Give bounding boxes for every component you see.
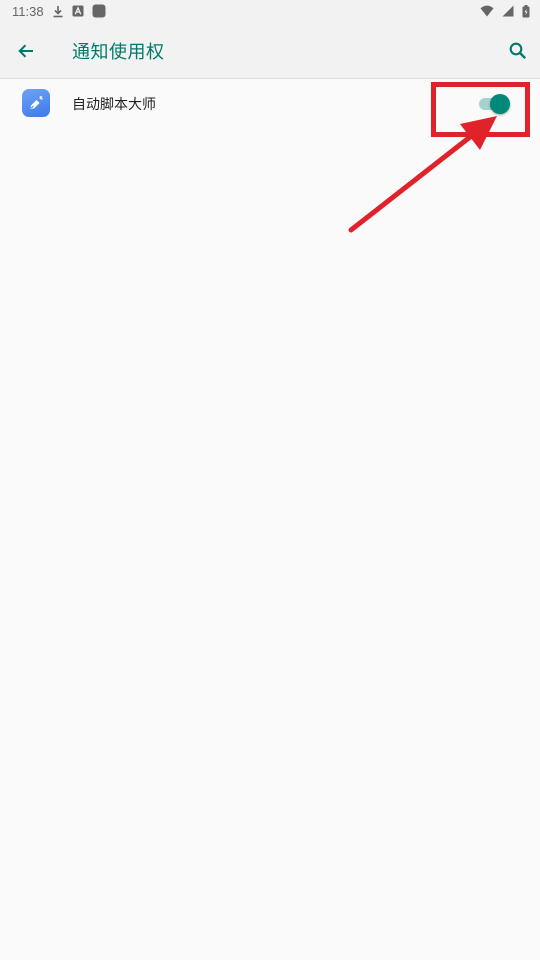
wifi-icon (480, 5, 494, 17)
status-left: 11:38 (12, 4, 106, 19)
annotation-highlight-box (431, 82, 530, 137)
battery-icon (522, 4, 530, 18)
download-icon (52, 5, 64, 18)
page-title: 通知使用权 (72, 42, 165, 63)
status-right (480, 4, 530, 18)
search-icon (509, 42, 527, 60)
app-bar: 通知使用权 (0, 22, 540, 79)
app-name: 自动脚本大师 (72, 97, 156, 113)
status-bar: 11:38 (0, 0, 540, 22)
arrow-back-icon (18, 44, 33, 58)
app-icon (22, 89, 50, 117)
screen: 11:38 通知使用权 自动脚本大师 (0, 0, 540, 960)
app-square-icon (92, 4, 106, 18)
status-time: 11:38 (12, 3, 44, 19)
search-button[interactable] (502, 35, 534, 67)
annotation-arrow-icon (348, 116, 497, 233)
back-button[interactable] (10, 35, 42, 67)
a-icon (72, 5, 84, 17)
signal-icon (502, 5, 514, 17)
